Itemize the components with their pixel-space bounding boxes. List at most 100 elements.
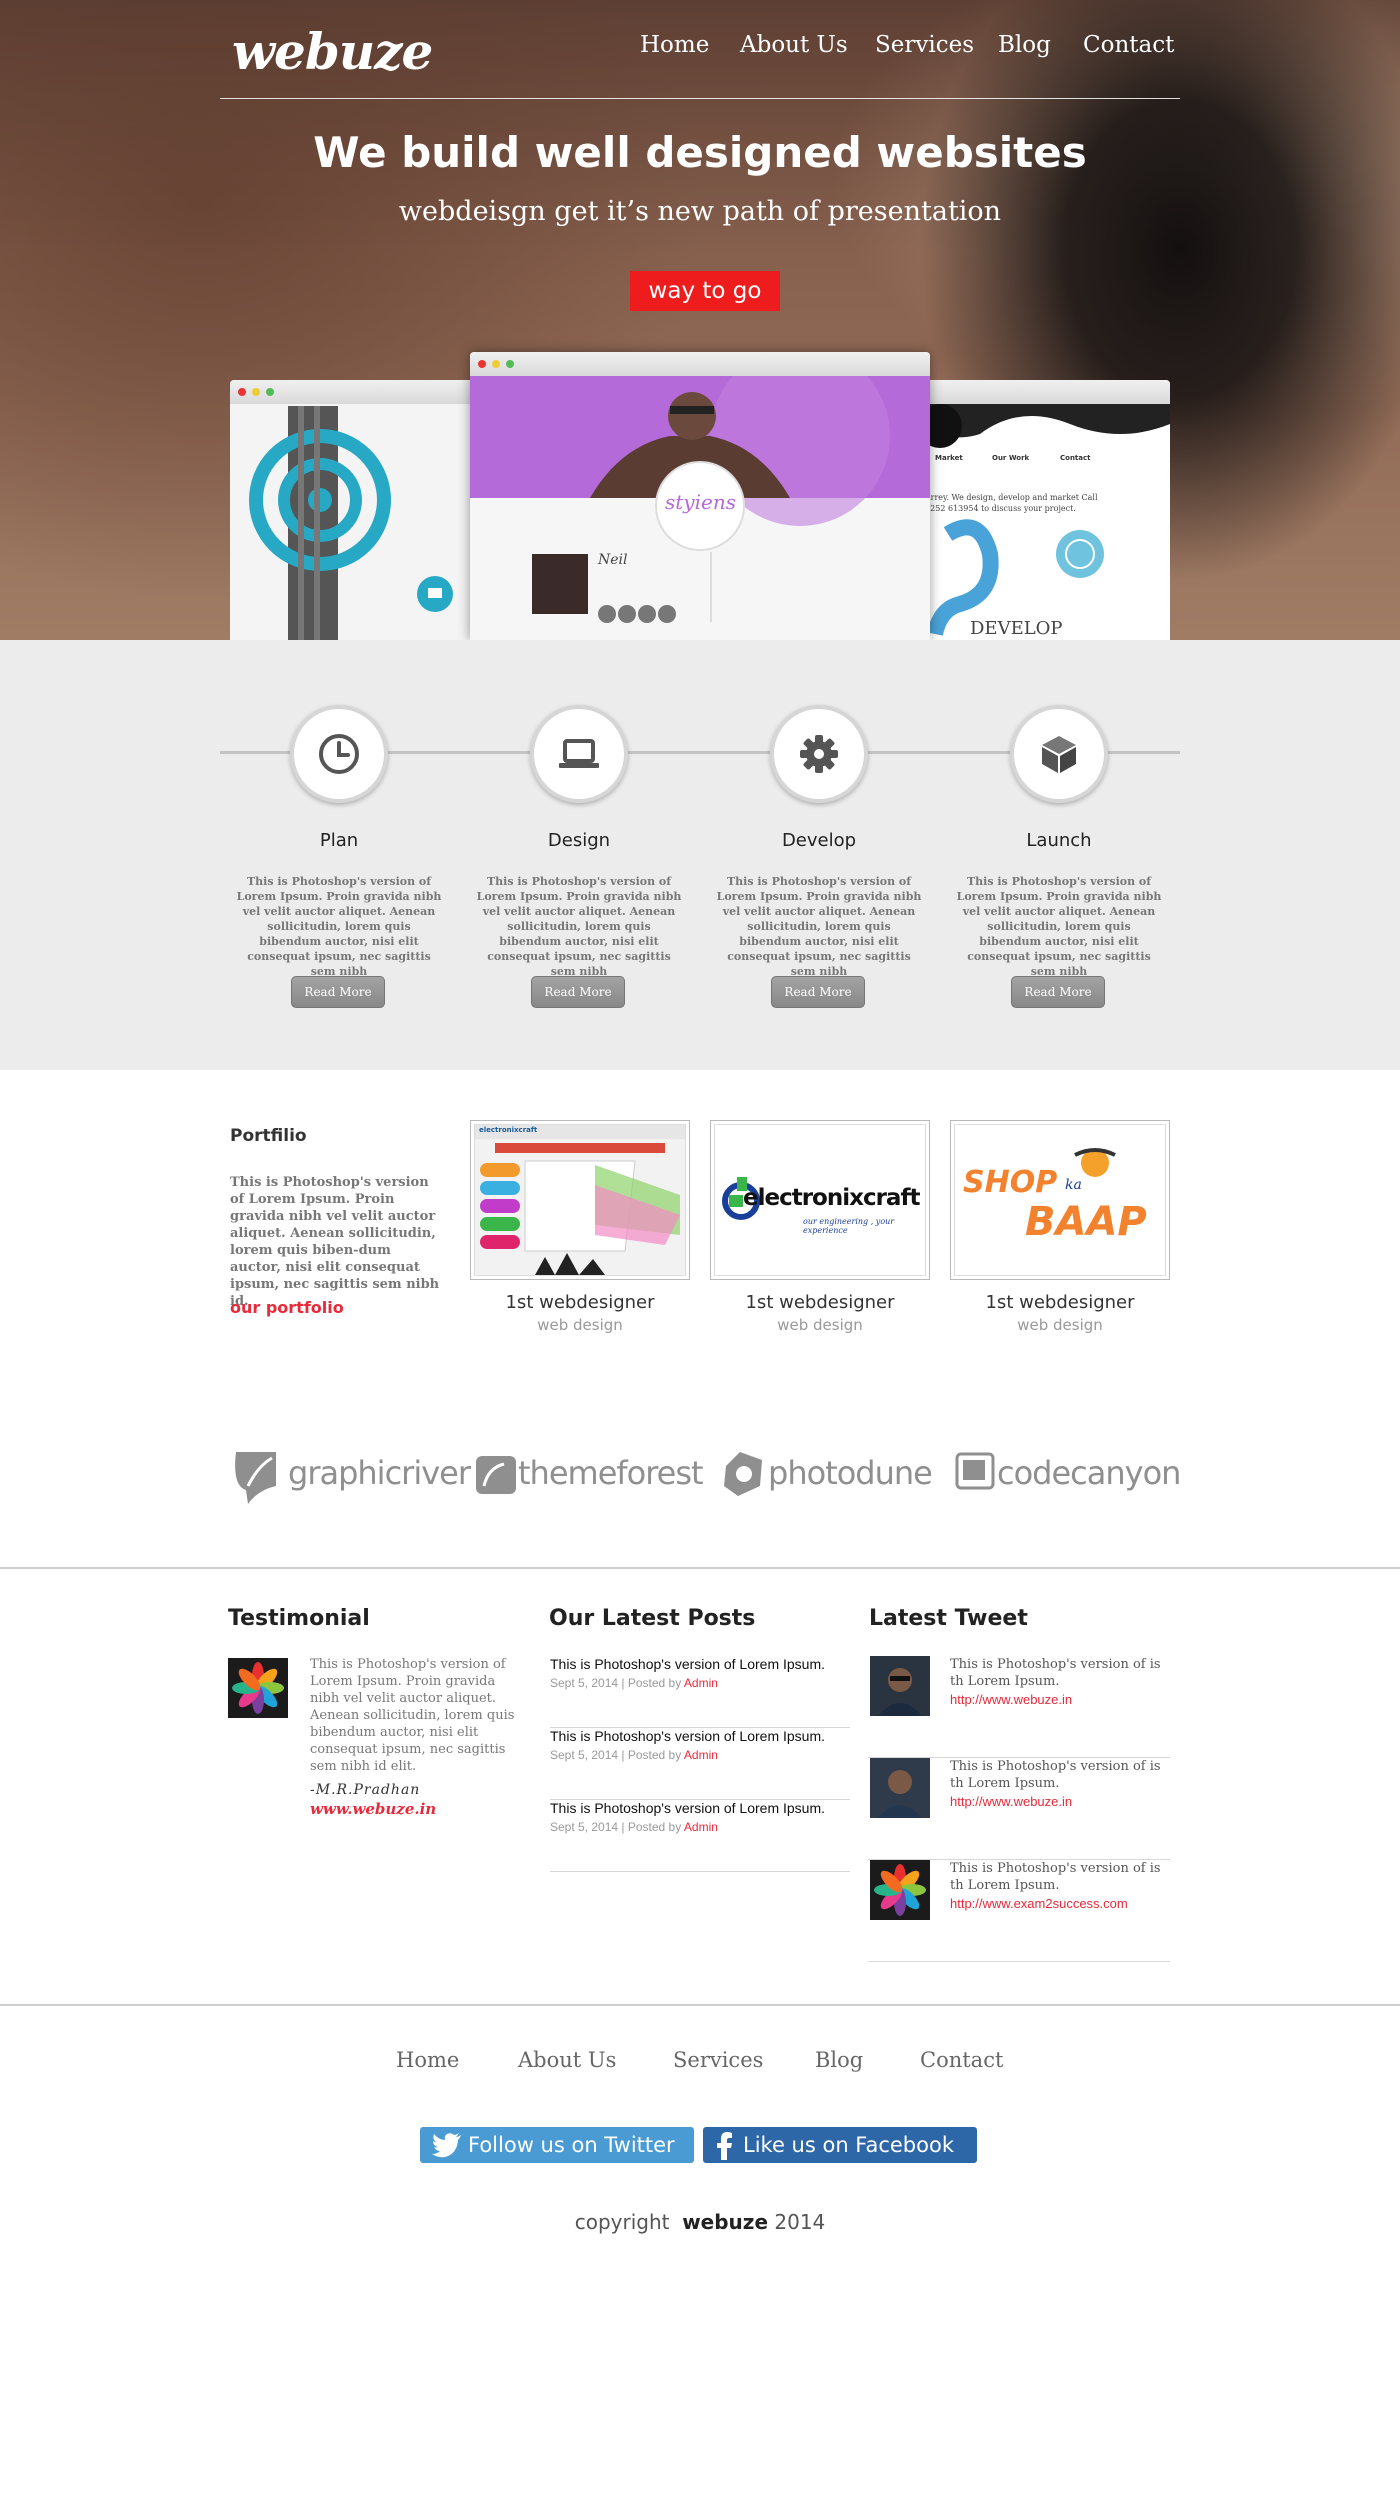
testimonial-heading: Testimonial [228,1606,370,1631]
tweet-avatar [870,1860,930,1920]
nav-blog[interactable]: Blog [998,32,1051,58]
brand-photodune[interactable]: photodune [720,1446,933,1506]
post-meta: Sept 5, 2014 | Posted by Admin [550,1676,718,1690]
flower-logo-icon [228,1658,288,1718]
post-item[interactable]: This is Photoshop's version of Lorem Ips… [550,1800,850,1872]
hero-title: We build well designed websites [313,128,1087,177]
codecanyon-icon [955,1452,995,1490]
tweet-link[interactable]: http://www.webuze.in [950,1692,1072,1707]
feature-text: This is Photoshop's version of Lorem Ips… [236,875,442,978]
feature-title: Launch [1026,830,1092,851]
brand-codecanyon[interactable]: codecanyon [955,1446,1181,1506]
portfolio-item-subtitle: web design [777,1316,863,1334]
thumb-brand-text-2: BAAP [1025,1199,1147,1245]
feature-launch: Launch This is Photoshop's version of Lo… [949,640,1169,1070]
mock-right-text: Surrey. We design, develop and market Ca… [920,493,1098,513]
hero-divider [220,98,1180,99]
nav-home[interactable]: Home [640,32,709,58]
portfolio-title: Portfilio [230,1126,307,1146]
follow-twitter-button[interactable]: Follow us on Twitter [420,2127,694,2163]
portfolio-item-title: 1st webdesigner [985,1292,1135,1313]
our-portfolio-link[interactable]: our portfolio [230,1298,344,1317]
way-to-go-button[interactable]: way to go [630,271,780,311]
tweet-item: This is Photoshop's version of is th Lor… [868,1656,1170,1758]
tweet-avatar [870,1656,930,1716]
post-meta: Sept 5, 2014 | Posted by Admin [550,1820,718,1834]
brand-themeforest[interactable]: themeforest [474,1446,704,1506]
clock-icon [319,734,359,774]
read-more-button[interactable]: Read More [771,976,865,1008]
post-author[interactable]: Admin [684,1820,718,1834]
testimonial-text: This is Photoshop's version of Lorem Ips… [310,1657,515,1774]
nav-about-us[interactable]: About Us [740,32,848,58]
post-item[interactable]: This is Photoshop's version of Lorem Ips… [550,1728,850,1800]
feature-develop: Develop This is Photoshop's version of L… [709,640,929,1070]
photodune-icon [724,1452,762,1496]
brand-label: codecanyon [997,1454,1181,1492]
hero-section: webuze Home About Us Services Blog Conta… [0,0,1400,640]
thumb-brand-connector: ka [1065,1177,1082,1193]
brand-graphicriver[interactable]: graphicriver [228,1446,471,1506]
portfolio-item-subtitle: web design [537,1316,623,1334]
tweet-link[interactable]: http://www.exam2success.com [950,1896,1128,1911]
feature-icon-circle [770,705,868,803]
site-logo[interactable]: webuze [232,22,433,81]
post-author[interactable]: Admin [684,1748,718,1762]
read-more-button[interactable]: Read More [291,976,385,1008]
latest-tweet-heading: Latest Tweet [869,1606,1028,1631]
tweet-text: This is Photoshop's version of is th Lor… [950,1657,1161,1689]
tweet-link[interactable]: http://www.webuze.in [950,1794,1072,1809]
portfolio-thumb-3[interactable]: SHOP ka BAAP [950,1120,1170,1280]
feature-text: This is Photoshop's version of Lorem Ips… [476,875,682,978]
thumb-brand-text: electronixcraft [743,1185,920,1211]
post-title[interactable]: This is Photoshop's version of Lorem Ips… [550,1728,825,1744]
tweet-text: This is Photoshop's version of is th Lor… [950,1759,1161,1791]
feature-title: Plan [319,830,359,851]
read-more-button[interactable]: Read More [531,976,625,1008]
feature-icon-circle [1010,705,1108,803]
graphicriver-icon [235,1452,276,1504]
feature-plan: Plan This is Photoshop's version of Lore… [229,640,449,1070]
footer-nav-about-us[interactable]: About Us [518,2048,616,2072]
copyright: copyright webuze 2014 [574,2210,826,2234]
footer-divider [0,2004,1400,2006]
training-poster-image [475,1125,685,1275]
browser-mockup-left [230,380,480,640]
nav-contact[interactable]: Contact [1083,32,1174,58]
testimonial-url[interactable]: www.webuze.in [310,1800,436,1818]
thumb-brand-text: electronixcraft [479,1126,538,1134]
footer-nav-services[interactable]: Services [673,2048,763,2072]
gear-icon [800,735,838,773]
portfolio-thumb-2[interactable]: electronixcraft our engineering , your e… [710,1120,930,1280]
post-title[interactable]: This is Photoshop's version of Lorem Ips… [550,1656,825,1672]
feature-text: This is Photoshop's version of Lorem Ips… [956,875,1162,978]
testimonial-author: -M.R.Pradhan [310,1782,421,1798]
feature-text: This is Photoshop's version of Lorem Ips… [716,875,922,978]
post-meta: Sept 5, 2014 | Posted by Admin [550,1748,718,1762]
testimonial-avatar [228,1658,288,1718]
top-navigation: Home About Us Services Blog Contact [620,32,1180,66]
tweet-avatar [870,1758,930,1818]
post-title[interactable]: This is Photoshop's version of Lorem Ips… [550,1800,825,1816]
footer-nav-contact[interactable]: Contact [920,2048,1003,2072]
footer-nav-home[interactable]: Home [396,2048,459,2072]
like-facebook-button[interactable]: Like us on Facebook [703,2127,977,2163]
post-item[interactable]: This is Photoshop's version of Lorem Ips… [550,1656,850,1728]
portfolio-item-title: 1st webdesigner [745,1292,895,1313]
feature-icon-circle [530,705,628,803]
mock-center-name: Neil [598,552,628,568]
brand-label: photodune [768,1454,933,1492]
laptop-icon [559,739,599,768]
facebook-label: Like us on Facebook [743,2133,954,2157]
features-section: Plan This is Photoshop's version of Lore… [0,640,1400,1070]
portfolio-thumb-1[interactable]: electronixcraft [470,1120,690,1280]
nav-services[interactable]: Services [875,32,974,58]
latest-posts-heading: Our Latest Posts [549,1606,756,1631]
footer-nav-blog[interactable]: Blog [815,2048,863,2072]
post-author[interactable]: Admin [684,1676,718,1690]
read-more-button[interactable]: Read More [1011,976,1105,1008]
tweet-item: This is Photoshop's version of is th Lor… [868,1758,1170,1860]
browser-mockup-center: styiens Neil [470,352,930,640]
feature-title: Develop [781,830,857,851]
target-illustration [230,404,480,640]
